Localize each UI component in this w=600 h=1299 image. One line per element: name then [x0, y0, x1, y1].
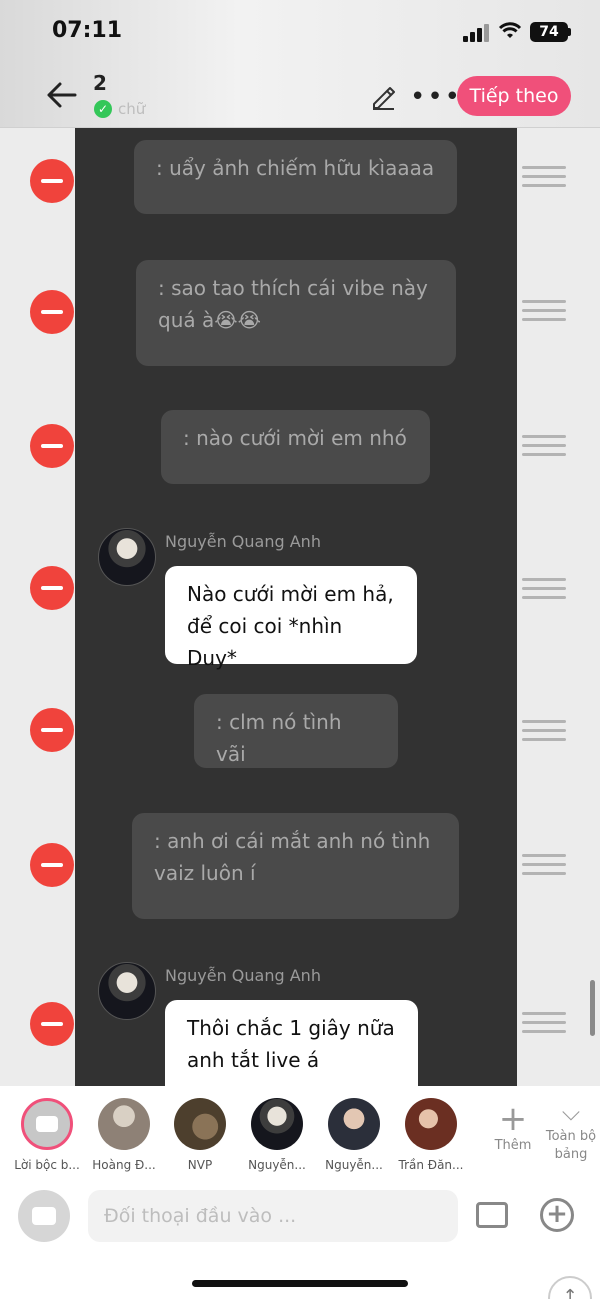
- image-icon[interactable]: [476, 1202, 508, 1228]
- drag-handle-icon[interactable]: [522, 1012, 566, 1036]
- check-icon: ✓: [94, 100, 112, 118]
- character-name: Lời bộc b...: [14, 1158, 80, 1172]
- drag-handle-icon[interactable]: [522, 854, 566, 878]
- character-item[interactable]: Nguyễn...: [314, 1098, 394, 1172]
- remove-message-button[interactable]: [30, 159, 74, 203]
- character-item[interactable]: Hoàng Đ...: [84, 1098, 164, 1172]
- sender-name: Nguyễn Quang Anh: [165, 966, 321, 985]
- character-name: Trần Đăn...: [398, 1158, 464, 1172]
- character-item[interactable]: Nguyễn...: [237, 1098, 317, 1172]
- avatar: [98, 1098, 150, 1150]
- remove-message-button[interactable]: [30, 566, 74, 610]
- remove-message-button[interactable]: [30, 708, 74, 752]
- scroll-up-icon[interactable]: ↑: [548, 1276, 592, 1299]
- battery-icon: 74: [530, 22, 568, 42]
- narrator-icon: [21, 1098, 73, 1150]
- home-indicator: [192, 1280, 408, 1287]
- character-item[interactable]: NVP: [160, 1098, 240, 1172]
- narration-bubble[interactable]: : clm nó tình vãi: [194, 694, 398, 768]
- status-time: 07:11: [52, 18, 123, 43]
- character-name: Nguyễn...: [248, 1158, 306, 1172]
- avatar: [174, 1098, 226, 1150]
- all-characters-button[interactable]: ⌵ Toàn bộ bảng: [542, 1100, 600, 1164]
- remove-message-button[interactable]: [30, 290, 74, 334]
- selected-count: 2: [93, 71, 107, 95]
- signal-icon: [463, 22, 489, 42]
- more-icon[interactable]: •••: [410, 84, 462, 110]
- drag-handle-icon[interactable]: [522, 300, 566, 324]
- drag-handle-icon[interactable]: [522, 166, 566, 190]
- sender-name: Nguyễn Quang Anh: [165, 532, 321, 551]
- avatar: [251, 1098, 303, 1150]
- back-arrow-icon[interactable]: [44, 80, 78, 110]
- add-icon[interactable]: +: [540, 1198, 574, 1232]
- character-item[interactable]: Trần Đăn...: [391, 1098, 471, 1172]
- plus-icon: +: [498, 1099, 528, 1139]
- scrollbar[interactable]: [590, 980, 595, 1036]
- narration-bubble[interactable]: : sao tao thích cái vibe này quá à😭😭: [136, 260, 456, 366]
- pencil-icon[interactable]: [370, 84, 396, 110]
- top-bar: 07:11 74 2 ✓ chữ ••• Tiếp theo: [0, 0, 600, 128]
- add-character-button[interactable]: + Thêm: [488, 1099, 538, 1153]
- drag-handle-icon[interactable]: [522, 578, 566, 602]
- avatar: [328, 1098, 380, 1150]
- character-bubble[interactable]: Nào cưới mời em hả, để coi coi *nhìn Duy…: [165, 566, 417, 670]
- remove-message-button[interactable]: [30, 843, 74, 887]
- narration-bubble[interactable]: : uẩy ảnh chiếm hữu kìaaaa: [134, 140, 457, 214]
- avatar: [98, 962, 156, 1020]
- drag-handle-icon[interactable]: [522, 720, 566, 744]
- avatar: [405, 1098, 457, 1150]
- character-name: Hoàng Đ...: [92, 1158, 156, 1172]
- remove-message-button[interactable]: [30, 424, 74, 468]
- add-character-label: Thêm: [494, 1138, 532, 1153]
- narration-bubble[interactable]: : nào cưới mời em nhó: [161, 410, 430, 484]
- chevron-down-icon: ⌵: [561, 1098, 581, 1126]
- wifi-icon: [498, 22, 522, 38]
- character-narrator[interactable]: Lời bộc b...: [7, 1098, 87, 1172]
- character-bubble[interactable]: Thôi chắc 1 giây nữa anh tắt live á: [165, 1000, 418, 1086]
- character-strip: Lời bộc b... Hoàng Đ... NVP Nguyễn... Ng…: [0, 1086, 600, 1176]
- remove-message-button[interactable]: [30, 1002, 74, 1046]
- narration-toggle-button[interactable]: [18, 1190, 70, 1242]
- character-name: Nguyễn...: [325, 1158, 383, 1172]
- drag-handle-icon[interactable]: [522, 435, 566, 459]
- header-subtitle: chữ: [118, 100, 146, 118]
- battery-tip: [568, 28, 571, 36]
- dialogue-input[interactable]: [88, 1190, 458, 1242]
- all-characters-label: Toàn bộ bảng: [545, 1129, 597, 1162]
- input-bar: + ↑: [0, 1176, 600, 1299]
- avatar: [98, 528, 156, 586]
- narration-bubble[interactable]: : anh ơi cái mắt anh nó tình vaiz luôn í: [132, 813, 459, 919]
- character-name: NVP: [187, 1158, 213, 1172]
- editor-content: : uẩy ảnh chiếm hữu kìaaaa : sao tao thí…: [0, 128, 600, 1086]
- next-button[interactable]: Tiếp theo: [457, 76, 571, 116]
